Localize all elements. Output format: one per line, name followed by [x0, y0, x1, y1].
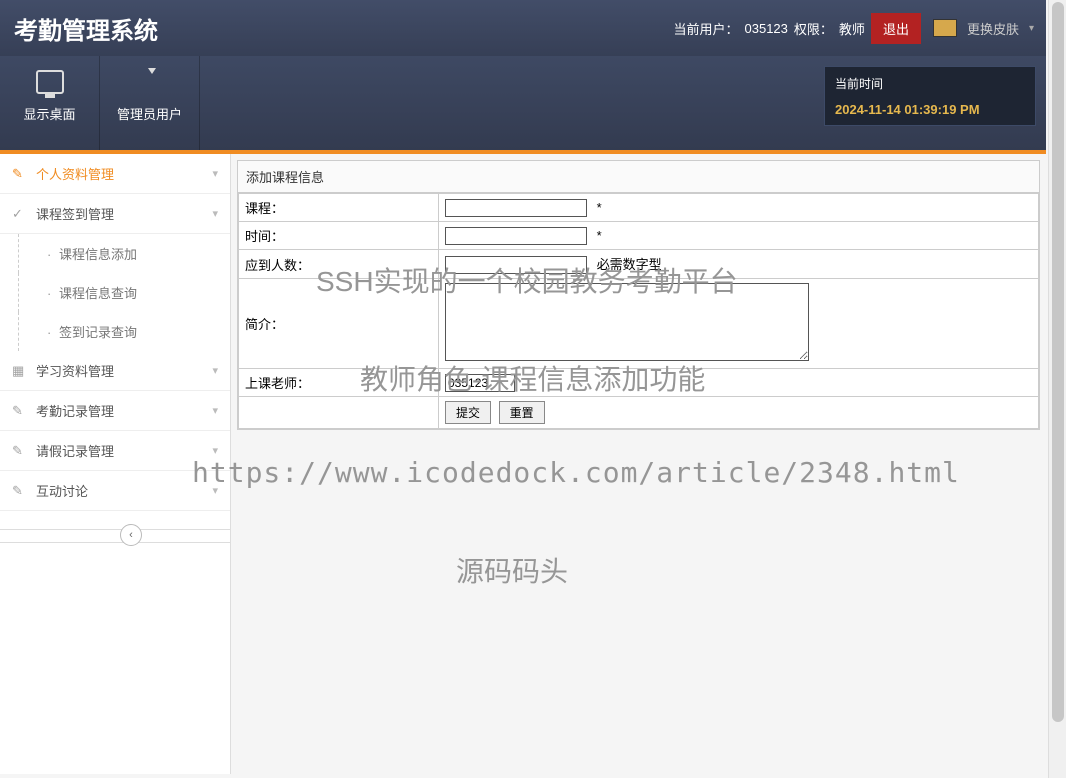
skin-switch-label[interactable]: 更换皮肤 [967, 19, 1019, 38]
required-mark: * [597, 228, 602, 243]
desc-textarea[interactable] [445, 283, 809, 361]
capacity-input[interactable] [445, 256, 587, 274]
skin-icon[interactable] [933, 19, 957, 37]
toolbar-desktop[interactable]: 显示桌面 [0, 56, 100, 150]
sidebar-item-label: 个人资料管理 [36, 164, 114, 183]
sidebar-item-discussion[interactable]: ✎ 互动讨论 ▾ [0, 471, 230, 511]
grid-icon: ▦ [12, 363, 26, 379]
app-title: 考勤管理系统 [0, 11, 674, 46]
logout-button[interactable]: 退出 [871, 13, 921, 44]
reset-button[interactable]: 重置 [499, 401, 545, 424]
chevron-down-icon: ▾ [212, 207, 218, 220]
sidebar-item-label: 互动讨论 [36, 481, 88, 500]
sidebar-item-profile[interactable]: ✎ 个人资料管理 ▾ [0, 154, 230, 194]
sidebar-collapse-handle[interactable]: ‹ [120, 524, 142, 546]
vertical-scrollbar[interactable] [1048, 0, 1066, 778]
toolbar-admin-user[interactable]: 管理员用户 [100, 56, 200, 150]
header-right: 当前用户： 035123 权限： 教师 退出 更换皮肤 ▾ [674, 13, 1047, 44]
chevron-down-icon: ▾ [212, 167, 218, 180]
sidebar-collapse-bar: ‹ [0, 529, 230, 543]
sidebar-item-label: 请假记录管理 [36, 441, 114, 460]
label-desc: 简介： [239, 279, 439, 369]
pencil-icon: ✎ [12, 483, 26, 499]
sidebar-item-attendance[interactable]: ✎ 考勤记录管理 ▾ [0, 391, 230, 431]
current-user-label: 当前用户： [674, 19, 739, 38]
monitor-icon [36, 70, 64, 94]
chevron-down-icon: ▾ [212, 404, 218, 417]
label-teacher: 上课老师： [239, 369, 439, 397]
pencil-icon: ✎ [12, 443, 26, 459]
current-time-box: 当前时间 2024-11-14 01:39:19 PM [824, 66, 1036, 126]
required-mark: * [597, 200, 602, 215]
sidebar-item-label: 学习资料管理 [36, 361, 114, 380]
capacity-hint: 必需数字型 [597, 257, 662, 272]
privilege-label: 权限： [794, 19, 833, 38]
chevron-down-icon: ▾ [212, 444, 218, 457]
time-label: 当前时间 [835, 75, 1025, 92]
label-time: 时间： [239, 222, 439, 250]
privilege-value: 教师 [839, 19, 865, 38]
sidebar-item-study-material[interactable]: ▦ 学习资料管理 ▾ [0, 351, 230, 391]
chevron-down-icon: ▾ [212, 484, 218, 497]
toolbar: 显示桌面 管理员用户 当前时间 2024-11-14 01:39:19 PM [0, 56, 1046, 150]
pencil-icon: ✎ [12, 166, 26, 182]
toolbar-admin-user-label: 管理员用户 [117, 107, 182, 122]
form-actions-spacer [239, 397, 439, 429]
course-form-table: 课程： * 时间： * 应到人数： [238, 193, 1039, 429]
time-value: 2024-11-14 01:39:19 PM [835, 102, 1025, 117]
check-icon: ✓ [12, 206, 26, 222]
scrollbar-thumb[interactable] [1052, 2, 1064, 722]
time-input[interactable] [445, 227, 587, 245]
sidebar-item-label: 课程签到管理 [36, 204, 114, 223]
label-capacity: 应到人数： [239, 250, 439, 279]
course-input[interactable] [445, 199, 587, 217]
sidebar-sub-course-add[interactable]: 课程信息添加 [18, 234, 230, 273]
main-content: 添加课程信息 课程： * 时间： * [231, 154, 1046, 774]
current-user-value: 035123 [745, 21, 788, 36]
add-course-panel: 添加课程信息 课程： * 时间： * [237, 160, 1040, 430]
toolbar-desktop-label: 显示桌面 [23, 107, 75, 122]
submit-button[interactable]: 提交 [445, 401, 491, 424]
panel-title: 添加课程信息 [238, 161, 1039, 193]
label-course: 课程： [239, 194, 439, 222]
chevron-down-icon: ▾ [212, 364, 218, 377]
pencil-icon: ✎ [12, 403, 26, 419]
chevron-down-icon[interactable]: ▾ [1029, 23, 1034, 34]
sidebar-item-leave[interactable]: ✎ 请假记录管理 ▾ [0, 431, 230, 471]
app-header: 考勤管理系统 当前用户： 035123 权限： 教师 退出 更换皮肤 ▾ [0, 0, 1046, 56]
sidebar-sub-checkin-query[interactable]: 签到记录查询 [18, 312, 230, 351]
sidebar: ✎ 个人资料管理 ▾ ✓ 课程签到管理 ▾ 课程信息添加 课程信息查询 签到记录… [0, 154, 231, 774]
sidebar-item-course-checkin[interactable]: ✓ 课程签到管理 ▾ [0, 194, 230, 234]
teacher-input[interactable] [445, 374, 515, 392]
sidebar-sub-course-query[interactable]: 课程信息查询 [18, 273, 230, 312]
sidebar-item-label: 考勤记录管理 [36, 401, 114, 420]
